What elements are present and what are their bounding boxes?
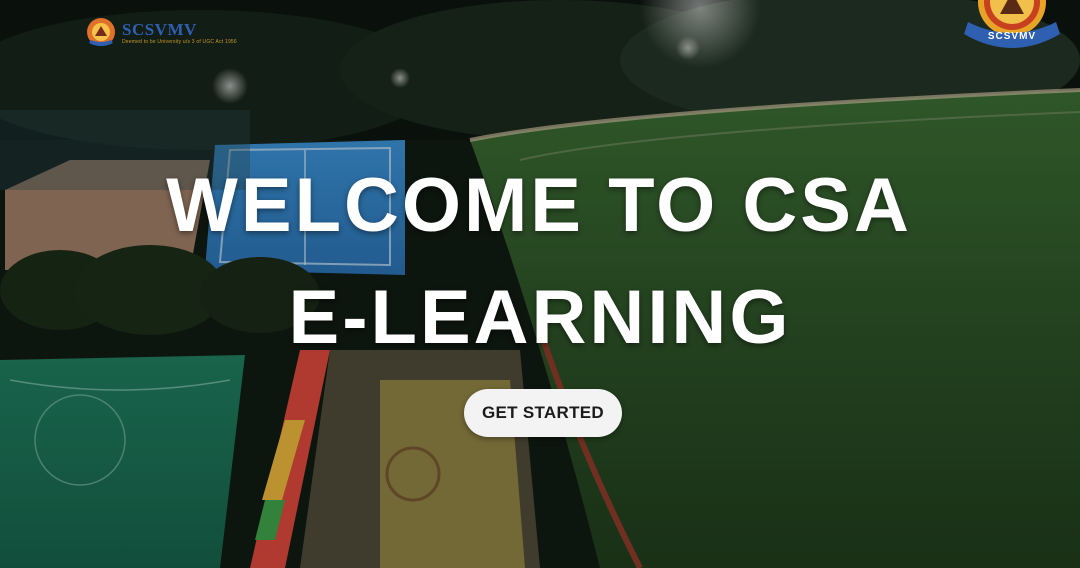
hero-section: SCSVMV Deemed to be University u/s 3 of …: [0, 0, 1080, 568]
hero-title: WELCOME TO CSA E-LEARNING: [0, 150, 1080, 374]
hero-title-line-2: E-LEARNING: [288, 275, 792, 360]
university-emblem-icon: [87, 18, 115, 46]
university-logo[interactable]: SCSVMV Deemed to be University u/s 3 of …: [84, 16, 237, 50]
brand-name: SCSVMV: [122, 20, 197, 39]
hero-title-line-1: WELCOME TO CSA: [166, 163, 912, 248]
seal-text: SCSVMV: [987, 31, 1037, 42]
brand-tagline: Deemed to be University u/s 3 of UGC Act…: [122, 39, 237, 45]
university-seal-icon: [964, 0, 1060, 48]
university-seal: SCSVMV: [960, 0, 1064, 54]
get-started-button[interactable]: GET STARTED: [464, 389, 622, 437]
